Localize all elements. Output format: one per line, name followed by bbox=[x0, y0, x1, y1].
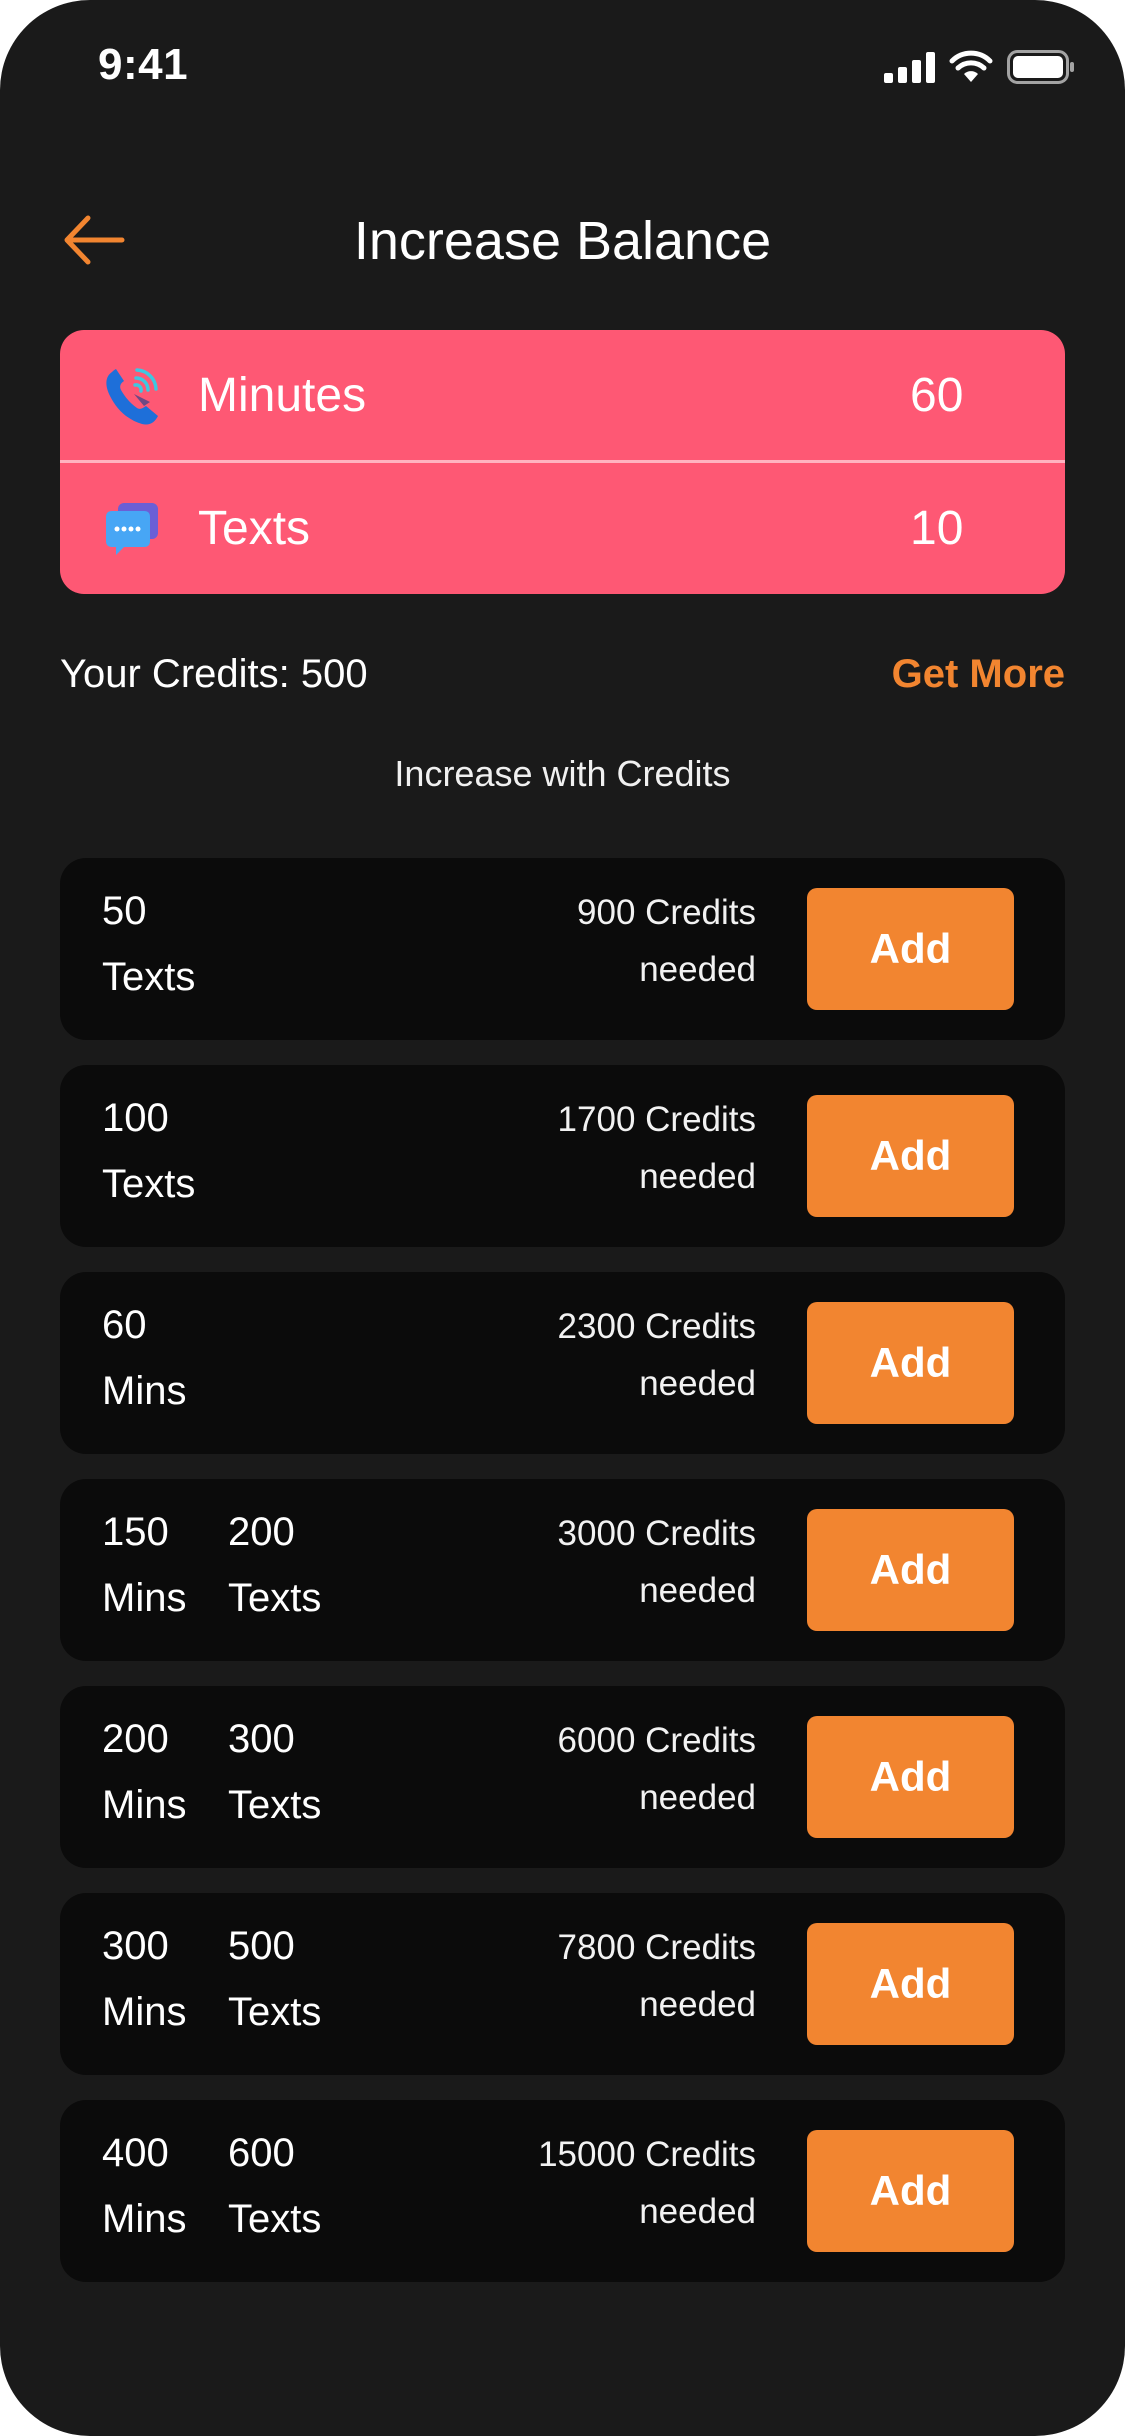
chat-bubble-icon bbox=[106, 502, 158, 555]
package-amount-number: 300 bbox=[102, 1924, 169, 1968]
add-button[interactable]: Add bbox=[807, 1302, 1014, 1424]
package-amount-number: 100 bbox=[102, 1096, 169, 1140]
package-cost-suffix: needed bbox=[639, 950, 756, 989]
page-title: Increase Balance bbox=[353, 211, 772, 271]
minutes-value: 60 bbox=[910, 369, 964, 422]
package-card: 50 Texts 900 Credits needed Add bbox=[60, 858, 1065, 1040]
package-amount-number: 150 bbox=[102, 1510, 169, 1554]
package-amount-number: 400 bbox=[102, 2131, 169, 2175]
package-amount-unit: Texts bbox=[102, 955, 196, 999]
package-amount-primary: 200 Mins bbox=[102, 1706, 186, 1838]
package-amount-secondary: 500 Texts bbox=[228, 1913, 321, 2045]
minutes-label: Minutes bbox=[198, 369, 367, 422]
status-icons bbox=[884, 50, 1075, 84]
package-amount-unit: Texts bbox=[102, 1162, 196, 1206]
section-caption: Increase with Credits bbox=[394, 753, 731, 794]
add-button[interactable]: Add bbox=[807, 2130, 1014, 2252]
package-amount-unit: Texts bbox=[228, 2197, 322, 2241]
package-card: 400 Mins 600 Texts 15000 Credits needed … bbox=[60, 2100, 1065, 2282]
texts-label: Texts bbox=[198, 502, 311, 555]
package-amount-number: 60 bbox=[102, 1303, 147, 1347]
package-amount-number: 300 bbox=[228, 1717, 295, 1761]
package-card: 100 Texts 1700 Credits needed Add bbox=[60, 1065, 1065, 1247]
your-credits-text: Your Credits: 500 bbox=[60, 652, 368, 696]
package-amount-secondary: 600 Texts bbox=[228, 2120, 321, 2252]
add-button[interactable]: Add bbox=[807, 1716, 1014, 1838]
cellular-signal-icon bbox=[884, 51, 935, 83]
package-amount-unit: Mins bbox=[102, 1783, 187, 1827]
package-amount-secondary: 200 Texts bbox=[228, 1499, 321, 1631]
package-cost-suffix: needed bbox=[639, 1157, 756, 1196]
texts-value: 10 bbox=[910, 502, 964, 555]
package-amount-number: 500 bbox=[228, 1924, 295, 1968]
package-cost-suffix: needed bbox=[639, 1571, 756, 1610]
package-amount-primary: 300 Mins bbox=[102, 1913, 186, 2045]
add-button[interactable]: Add bbox=[807, 1095, 1014, 1217]
package-cost: 2300 Credits needed bbox=[558, 1298, 756, 1412]
package-amount-unit: Texts bbox=[228, 1576, 322, 1620]
package-amount-unit: Texts bbox=[228, 1990, 322, 2034]
package-cost: 7800 Credits needed bbox=[558, 1919, 756, 2033]
add-button[interactable]: Add bbox=[807, 1509, 1014, 1631]
package-amount-primary: 50 Texts bbox=[102, 878, 195, 1010]
package-cost-credits: 7800 Credits bbox=[557, 1928, 756, 1967]
package-card: 300 Mins 500 Texts 7800 Credits needed A… bbox=[60, 1893, 1065, 2075]
package-amount-number: 200 bbox=[102, 1717, 169, 1761]
package-amount-primary: 100 Texts bbox=[102, 1085, 195, 1217]
package-amount-unit: Texts bbox=[228, 1783, 322, 1827]
package-cost-suffix: needed bbox=[639, 2192, 756, 2231]
status-time: 9:41 bbox=[98, 40, 189, 89]
package-cost-credits: 1700 Credits bbox=[557, 1100, 756, 1139]
package-card: 200 Mins 300 Texts 6000 Credits needed A… bbox=[60, 1686, 1065, 1868]
package-cost: 900 Credits needed bbox=[577, 884, 756, 998]
package-amount-primary: 60 Mins bbox=[102, 1292, 186, 1424]
package-amount-unit: Mins bbox=[102, 1369, 187, 1413]
package-amount-unit: Mins bbox=[102, 1576, 187, 1620]
balance-row-texts: Texts 10 bbox=[60, 463, 1065, 594]
phone-screen: 9:41 Increase Balance Minutes 60 Texts 1… bbox=[0, 0, 1125, 2436]
package-cost-credits: 3000 Credits bbox=[557, 1514, 756, 1553]
package-cost-suffix: needed bbox=[639, 1985, 756, 2024]
add-button[interactable]: Add bbox=[807, 888, 1014, 1010]
package-amount-primary: 400 Mins bbox=[102, 2120, 186, 2252]
package-cost: 6000 Credits needed bbox=[558, 1712, 756, 1826]
package-amount-number: 200 bbox=[228, 1510, 295, 1554]
package-cost-credits: 15000 Credits bbox=[538, 2135, 756, 2174]
package-amount-unit: Mins bbox=[102, 1990, 187, 2034]
package-cost: 3000 Credits needed bbox=[558, 1505, 756, 1619]
package-amount-number: 600 bbox=[228, 2131, 295, 2175]
package-amount-primary: 150 Mins bbox=[102, 1499, 186, 1631]
balance-row-minutes: Minutes 60 bbox=[60, 330, 1065, 461]
package-card: 60 Mins 2300 Credits needed Add bbox=[60, 1272, 1065, 1454]
package-cost: 15000 Credits needed bbox=[538, 2126, 756, 2240]
package-cost: 1700 Credits needed bbox=[558, 1091, 756, 1205]
package-amount-unit: Mins bbox=[102, 2197, 187, 2241]
package-card: 150 Mins 200 Texts 3000 Credits needed A… bbox=[60, 1479, 1065, 1661]
package-cost-suffix: needed bbox=[639, 1364, 756, 1403]
get-more-link[interactable]: Get More bbox=[892, 652, 1065, 697]
balance-card: Minutes 60 Texts 10 bbox=[60, 330, 1065, 594]
phone-call-icon bbox=[106, 367, 158, 425]
package-amount-secondary: 300 Texts bbox=[228, 1706, 321, 1838]
package-cost-credits: 2300 Credits bbox=[557, 1307, 756, 1346]
package-cost-credits: 6000 Credits bbox=[557, 1721, 756, 1760]
wifi-icon bbox=[949, 50, 993, 82]
package-cost-credits: 900 Credits bbox=[577, 893, 756, 932]
battery-icon bbox=[1007, 50, 1074, 84]
add-button[interactable]: Add bbox=[807, 1923, 1014, 2045]
package-cost-suffix: needed bbox=[639, 1778, 756, 1817]
package-amount-number: 50 bbox=[102, 889, 147, 933]
